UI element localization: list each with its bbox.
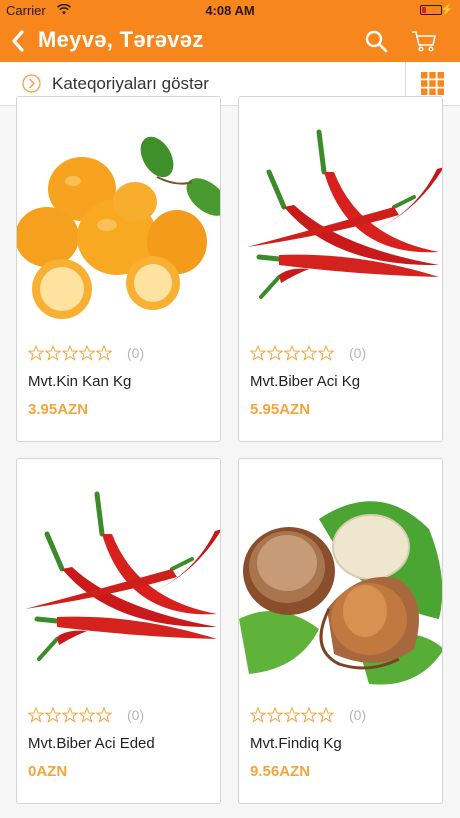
product-price: 9.56AZN <box>250 763 311 780</box>
grid-view-icon[interactable] <box>421 72 444 95</box>
review-count: (0) <box>127 345 145 361</box>
chili-pepper-image <box>17 459 220 699</box>
battery-icon <box>420 5 442 15</box>
star-empty-icon <box>318 707 334 723</box>
product-name[interactable]: Mvt.Biber Aci Eded <box>28 735 155 752</box>
star-empty-icon <box>45 707 61 723</box>
chili-pepper-image <box>239 97 442 337</box>
charging-icon: ⚡ <box>440 4 454 16</box>
review-count: (0) <box>349 345 367 361</box>
star-empty-icon <box>62 707 78 723</box>
review-count: (0) <box>127 707 145 723</box>
back-arrow-icon[interactable] <box>10 29 26 53</box>
star-empty-icon <box>267 345 283 361</box>
star-empty-icon <box>28 345 44 361</box>
star-empty-icon <box>301 345 317 361</box>
star-empty-icon <box>62 345 78 361</box>
page-title: Meyvə, Tərəvəz <box>38 27 204 52</box>
product-price: 5.95AZN <box>250 401 311 418</box>
cart-icon[interactable] <box>411 29 437 53</box>
star-empty-icon <box>267 707 283 723</box>
product-price: 3.95AZN <box>28 401 89 418</box>
star-empty-icon <box>250 345 266 361</box>
rating-stars: (0) <box>28 345 144 361</box>
chevron-right-circle-icon <box>22 74 41 93</box>
star-empty-icon <box>318 345 334 361</box>
product-card[interactable]: (0) Mvt.Biber Aci Eded 0AZN <box>16 458 221 804</box>
star-empty-icon <box>96 707 112 723</box>
product-name[interactable]: Mvt.Findiq Kg <box>250 735 342 752</box>
star-empty-icon <box>28 707 44 723</box>
nav-bar: Meyvə, Tərəvəz <box>0 20 460 62</box>
star-empty-icon <box>45 345 61 361</box>
star-empty-icon <box>96 345 112 361</box>
rating-stars: (0) <box>28 707 144 723</box>
hazelnut-image <box>239 459 442 699</box>
product-card[interactable]: (0) Mvt.Biber Aci Kg 5.95AZN <box>238 96 443 442</box>
product-price: 0AZN <box>28 763 68 780</box>
star-empty-icon <box>250 707 266 723</box>
review-count: (0) <box>349 707 367 723</box>
star-empty-icon <box>301 707 317 723</box>
product-name[interactable]: Mvt.Biber Aci Kg <box>250 373 360 390</box>
clock: 4:08 AM <box>205 3 255 18</box>
star-empty-icon <box>79 707 95 723</box>
star-empty-icon <box>284 345 300 361</box>
product-card[interactable]: (0) Mvt.Findiq Kg 9.56AZN <box>238 458 443 804</box>
rating-stars: (0) <box>250 707 366 723</box>
rating-stars: (0) <box>250 345 366 361</box>
status-bar: Carrier 4:08 AM ⚡ <box>0 0 460 20</box>
star-empty-icon <box>284 707 300 723</box>
search-icon[interactable] <box>364 29 388 53</box>
show-categories-label: Kateqoriyaları göstər <box>52 74 209 93</box>
product-name[interactable]: Mvt.Kin Kan Kg <box>28 373 131 390</box>
star-empty-icon <box>79 345 95 361</box>
product-card[interactable]: (0) Mvt.Kin Kan Kg 3.95AZN <box>16 96 221 442</box>
kumquat-image <box>17 97 220 337</box>
